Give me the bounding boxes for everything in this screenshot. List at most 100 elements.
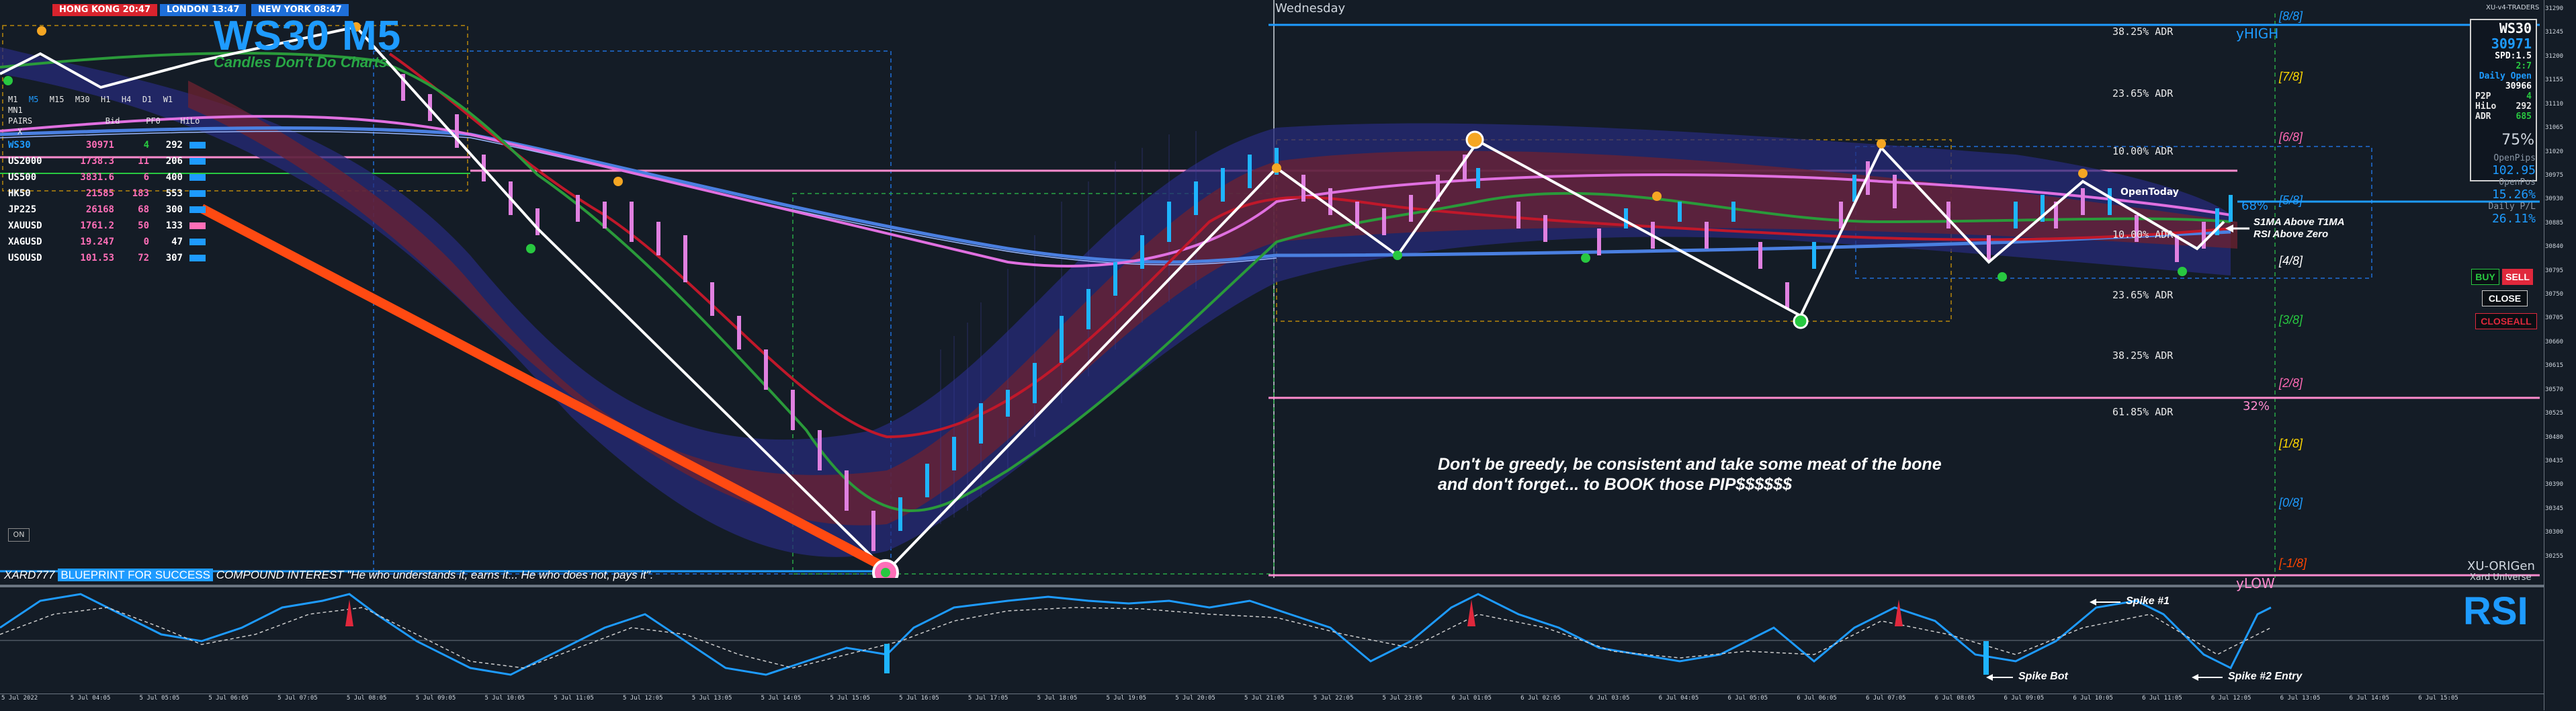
adr-label: 23.65% ADR	[2112, 87, 2174, 99]
pair-bid: 21585	[85, 188, 114, 199]
symbol-title: WS30 M5	[214, 13, 402, 59]
tf-m1[interactable]: M1	[8, 95, 17, 104]
time-tick-label: 5 Jul 14:05	[761, 695, 802, 702]
panel-hilo-row: HiLo 292	[2471, 101, 2536, 112]
pair-bid: 101.53	[80, 253, 114, 263]
time-tick-label: 5 Jul 15:05	[830, 695, 870, 702]
motivation-quote: Don't be greedy, be consistent and take …	[1438, 454, 1942, 495]
price-tick-label: 31065	[2545, 124, 2564, 132]
time-tick-label: 5 Jul 10:05	[484, 695, 525, 702]
quote-line2: and don't forget... to BOOK those PIP$$$…	[1438, 475, 1792, 494]
pair-strength-bar	[189, 158, 206, 165]
pair-hilo: 292	[165, 140, 183, 151]
adr-label: 61.85% ADR	[2112, 406, 2174, 418]
open-today-label: OpenToday	[2120, 187, 2179, 198]
time-tick-label: 5 Jul 2022	[1, 695, 38, 702]
price-tick-label: 30660	[2545, 338, 2564, 345]
tf-m5[interactable]: M5	[29, 95, 38, 104]
price-tick-label: 30255	[2545, 552, 2564, 560]
pair-hilo: 553	[165, 188, 183, 199]
spike2-entry-label: Spike #2 Entry	[2228, 671, 2303, 682]
price-tick-label: 31200	[2545, 52, 2564, 60]
pair-strength-bar	[189, 174, 206, 181]
panel-symbol: WS30	[2499, 20, 2532, 36]
pair-row[interactable]: XAGUSD 19.247 0 47	[8, 234, 206, 250]
pair-strength-bar	[189, 206, 206, 213]
pair-bid: 19.247	[80, 237, 114, 247]
time-tick-label: 5 Jul 07:05	[277, 695, 318, 702]
pair-bid: 3831.6	[80, 172, 114, 183]
chart-subtitle: Candles Don't Do Charts	[214, 54, 388, 71]
s1ma-annotation: S1MA Above T1MA RSI Above Zero	[2253, 216, 2345, 241]
s1ma-line2: RSI Above Zero	[2253, 228, 2329, 240]
pair-hilo: 300	[165, 204, 183, 215]
panel-adr-row: ADR 685	[2471, 112, 2536, 122]
spike-bot-label: Spike Bot	[2018, 671, 2068, 682]
pair-pf: 50	[138, 220, 149, 231]
time-tick-label: 6 Jul 06:05	[1797, 695, 1837, 702]
time-tick-label: 5 Jul 06:05	[208, 695, 249, 702]
tf-h1[interactable]: H1	[101, 95, 110, 104]
price-tick-label: 31245	[2545, 29, 2564, 36]
price-tick-label: 30750	[2545, 291, 2564, 298]
session-time: 20:47	[122, 5, 151, 15]
time-tick-label: 5 Jul 22:05	[1313, 695, 1354, 702]
time-tick-label: 6 Jul 05:05	[1727, 695, 1768, 702]
blueprint-bar: XARD777 BLUEPRINT FOR SUCCESS COMPOUND I…	[4, 569, 653, 583]
close-all-button[interactable]: CLOSEALL	[2475, 313, 2537, 329]
adr-label: 38.25% ADR	[2112, 349, 2174, 362]
blueprint-label: BLUEPRINT FOR SUCCESS	[58, 569, 213, 581]
panel-price: 30971	[2491, 36, 2532, 52]
pair-row[interactable]: JP225 26168 68 300	[8, 202, 206, 218]
s1ma-line1: S1MA Above T1MA	[2253, 216, 2345, 228]
time-tick-label: 6 Jul 14:05	[2349, 695, 2390, 702]
pair-row[interactable]: XAUUSD 1761.2 50 133	[8, 218, 206, 234]
pair-row[interactable]: US2000 1738.3 11 206	[8, 153, 206, 169]
price-tick-label: 30435	[2545, 457, 2564, 464]
p2p-value: 4	[2526, 91, 2532, 101]
pair-symbol: HK50	[8, 188, 31, 199]
pair-strength-bar	[189, 142, 206, 149]
tf-m15[interactable]: M15	[50, 95, 65, 104]
pair-pf: 68	[138, 204, 149, 215]
timeframe-row: M1 M5 M15 M30 H1 H4 D1 W1 MN1	[8, 94, 203, 116]
open-pos-label: OpenPos	[2499, 177, 2536, 187]
pair-pf: 0	[143, 237, 149, 247]
on-button[interactable]: ON	[8, 528, 30, 542]
time-tick-label: 6 Jul 01:05	[1451, 695, 1492, 702]
price-tick-label: 31155	[2545, 77, 2564, 84]
price-tick-label: 31020	[2545, 148, 2564, 155]
hilo-label: HiLo	[2475, 101, 2497, 112]
murrey-level-label: [0/8]	[2279, 496, 2303, 509]
price-tick-label: 30480	[2545, 433, 2564, 441]
tf-m30[interactable]: M30	[75, 95, 90, 104]
pair-bid: 26168	[85, 204, 114, 215]
compound-quote: COMPOUND INTEREST "He who understands it…	[216, 569, 654, 581]
table-header: PAIRS Bid PF0 HiLo X	[8, 116, 203, 137]
time-tick-label: 6 Jul 11:05	[2142, 695, 2182, 702]
open-pos-value: 15.26%	[2491, 187, 2536, 202]
panel-p2p-row: P2P 4	[2471, 91, 2536, 101]
tf-mn1[interactable]: MN1	[8, 106, 23, 115]
pair-row[interactable]: US500 3831.6 6 400	[8, 169, 206, 185]
price-tick-label: 30795	[2545, 267, 2564, 274]
header-hilo: HiLo	[180, 116, 200, 126]
header-bid: Bid	[105, 116, 120, 126]
pair-row[interactable]: USOUSD 101.53 72 307	[8, 250, 206, 266]
tf-h4[interactable]: H4	[122, 95, 131, 104]
adr-label: 38.25% ADR	[2112, 26, 2174, 38]
panel-pct: 75%	[2501, 132, 2534, 149]
tf-d1[interactable]: D1	[142, 95, 152, 104]
close-button[interactable]: CLOSE	[2482, 290, 2528, 306]
time-tick-label: 6 Jul 02:05	[1520, 695, 1561, 702]
time-tick-label: 5 Jul 19:05	[1106, 695, 1147, 702]
price-tick-label: 30390	[2545, 481, 2564, 489]
pair-row[interactable]: HK50 21585 183 553	[8, 185, 206, 202]
daily-pl-label: Daily P/L	[2488, 202, 2536, 212]
sell-button[interactable]: SELL	[2502, 269, 2533, 285]
pair-row[interactable]: WS30 30971 4 292	[8, 137, 206, 153]
daily-pl-value: 26.11%	[2491, 212, 2536, 226]
panel-daily-open-label: Daily Open	[2479, 71, 2532, 81]
buy-button[interactable]: BUY	[2471, 269, 2499, 285]
tf-w1[interactable]: W1	[163, 95, 173, 104]
